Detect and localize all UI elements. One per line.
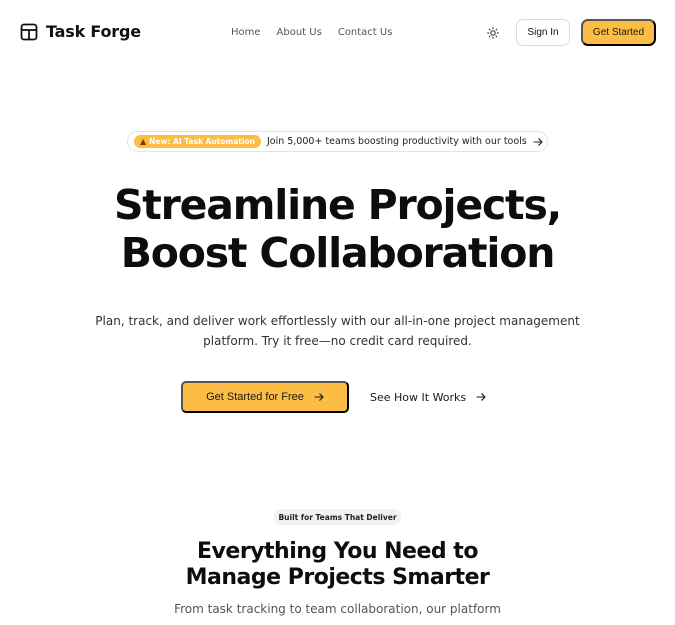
brand-logo[interactable]: Task Forge: [20, 22, 141, 41]
hero-subtitle-line2: platform. Try it free—no credit card req…: [203, 334, 472, 348]
announcement-text: Join 5,000+ teams boosting productivity …: [266, 136, 527, 147]
arrow-right-icon: [533, 137, 543, 146]
sun-icon: [487, 27, 499, 39]
hero-title-line2: Boost Collaboration: [120, 229, 556, 277]
features-title-line2: Manage Projects Smarter: [185, 565, 490, 590]
announcement-badge: ▲ New: AI Task Automation: [134, 135, 261, 148]
sign-in-button[interactable]: Sign In: [516, 19, 570, 46]
features-title-line1: Everything You Need to: [197, 539, 478, 564]
nav-home[interactable]: Home: [231, 27, 261, 38]
announcement-banner[interactable]: ▲ New: AI Task Automation Join 5,000+ te…: [127, 131, 548, 152]
announcement-badge-label: New: AI Task Automation: [149, 137, 255, 146]
arrow-right-icon: [314, 393, 324, 401]
arrow-right-icon: [476, 393, 486, 401]
nav-contact-us[interactable]: Contact Us: [338, 27, 393, 38]
cta-secondary-label: See How It Works: [370, 390, 467, 404]
nav-about-us[interactable]: About Us: [277, 27, 322, 38]
brand-name: Task Forge: [46, 22, 141, 41]
site-header: Task Forge Home About Us Contact Us Sign…: [0, 0, 675, 66]
theme-toggle-button[interactable]: [486, 26, 500, 40]
main-nav: Home About Us Contact Us: [231, 27, 392, 38]
features-badge: Built for Teams That Deliver: [274, 509, 401, 525]
rocket-icon: ▲: [140, 137, 147, 146]
see-how-it-works-link[interactable]: See How It Works: [370, 381, 486, 413]
hero-subtitle: Plan, track, and deliver work effortless…: [90, 311, 585, 351]
hero-title: Streamline Projects, Boost Collaboration: [0, 181, 675, 277]
get-started-button[interactable]: Get Started: [581, 19, 656, 46]
cta-primary-label: Get Started for Free: [206, 391, 304, 403]
features-title: Everything You Need to Manage Projects S…: [0, 539, 675, 591]
hero-title-line1: Streamline Projects,: [113, 181, 562, 229]
features-subtitle: From task tracking to team collaboration…: [174, 602, 501, 616]
hero-subtitle-line1: Plan, track, and deliver work effortless…: [95, 314, 580, 328]
get-started-free-button[interactable]: Get Started for Free: [181, 381, 349, 413]
layout-grid-icon: [20, 23, 38, 40]
